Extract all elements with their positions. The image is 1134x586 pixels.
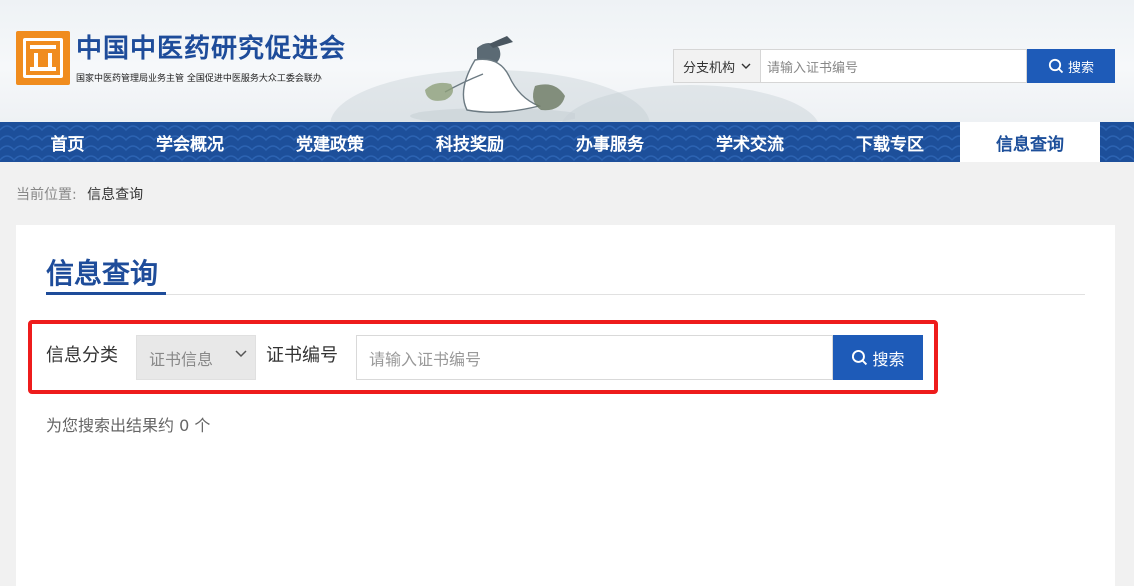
nav-item[interactable]: 科技奖励 <box>400 122 540 162</box>
chevron-down-icon <box>235 350 247 358</box>
cert-number-label: 证书编号 <box>266 345 338 366</box>
search-button[interactable]: 搜索 <box>833 335 923 380</box>
top-search-placeholder: 请输入证书编号 <box>767 60 859 76</box>
title-underline <box>46 292 166 295</box>
top-search-bar: 分支机构 请输入证书编号 搜索 <box>673 49 1115 83</box>
top-search-button-label: 搜索 <box>1067 60 1094 76</box>
breadcrumb: 当前位置: 信息查询 <box>16 184 143 204</box>
category-label: 信息分类 <box>46 345 118 366</box>
logo-emblem <box>23 38 63 78</box>
nav-item[interactable]: 党建政策 <box>260 122 400 162</box>
result-count: 为您搜索出结果约 0 个 <box>46 416 211 435</box>
nav-item[interactable]: 信息查询 <box>960 122 1100 162</box>
cert-number-input[interactable]: 请输入证书编号 <box>356 335 833 380</box>
nav-item[interactable]: 学术交流 <box>680 122 820 162</box>
nav-item[interactable]: 学会概况 <box>120 122 260 162</box>
search-button-label: 搜索 <box>872 349 905 369</box>
category-select-value: 证书信息 <box>149 349 214 369</box>
main-nav: 首页 学会概况 党建政策 科技奖励 办事服务 学术交流 下载专区 信息查询 <box>0 122 1134 162</box>
site-title[interactable]: 中国中医药研究促进会 <box>76 28 346 65</box>
nav-item[interactable]: 办事服务 <box>540 122 680 162</box>
cert-number-placeholder: 请输入证书编号 <box>369 349 482 369</box>
site-header: 中国中医药研究促进会 国家中医药管理局业务主管 全国促进中医服务大众工委会联办 … <box>0 0 1134 122</box>
scholar-illustration <box>410 36 575 122</box>
breadcrumb-prefix: 当前位置: <box>16 187 77 203</box>
nav-item[interactable]: 首页 <box>0 122 135 162</box>
chevron-down-icon <box>741 63 751 69</box>
site-subtitle: 国家中医药管理局业务主管 全国促进中医服务大众工委会联办 <box>76 74 322 84</box>
content-panel: 信息查询 信息分类 证书信息 证书编号 请输入证书编号 搜索 为您搜索出结果约 … <box>16 225 1115 586</box>
nav-items: 首页 学会概况 党建政策 科技奖励 办事服务 学术交流 下载专区 信息查询 <box>0 122 1134 162</box>
branch-select[interactable]: 分支机构 <box>673 49 761 83</box>
page-title: 信息查询 <box>46 257 159 290</box>
breadcrumb-current[interactable]: 信息查询 <box>87 187 143 203</box>
top-search-input[interactable]: 请输入证书编号 <box>761 49 1027 83</box>
search-icon <box>852 349 868 366</box>
search-icon <box>1048 58 1064 74</box>
top-search-button[interactable]: 搜索 <box>1027 49 1115 83</box>
category-select[interactable]: 证书信息 <box>136 335 256 380</box>
branch-select-value: 分支机构 <box>682 60 735 76</box>
nav-item[interactable]: 下载专区 <box>820 122 960 162</box>
title-divider <box>46 294 1085 295</box>
site-logo[interactable] <box>16 31 70 85</box>
